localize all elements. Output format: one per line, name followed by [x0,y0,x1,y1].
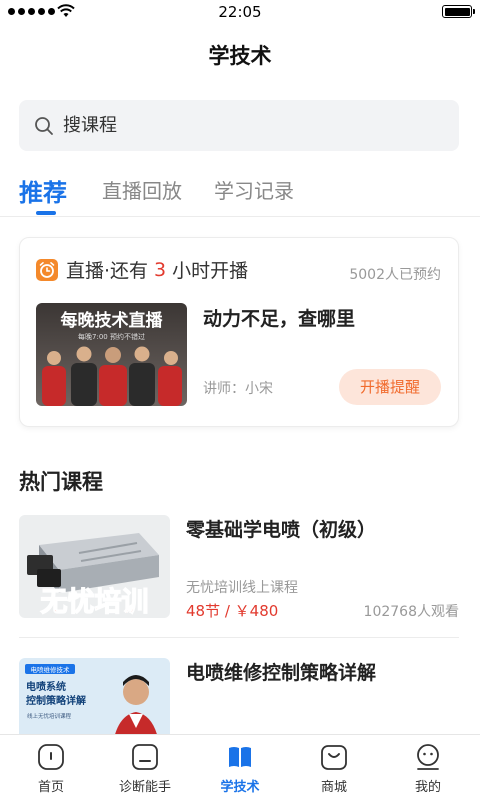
tabbar-label: 我的 [414,780,441,795]
tab-recommend[interactable]: 推荐 [19,173,67,208]
course-item[interactable]: 无忧培训 零基础学电喷（初级） 无忧培训线上课程 48节 / ￥480 1027… [19,515,459,625]
bottom-tab-bar: 首页 诊断能手 学技术 商城 我的 [0,734,480,800]
search-icon [35,116,53,135]
course-thumbnail[interactable]: 无忧培训 [19,515,170,618]
course-thumb-line1: 电喷系统 [26,680,66,693]
tabbar-home[interactable]: 首页 [3,743,99,795]
live-prefix: 直播·还有 [66,260,149,282]
course-thumb-tag: 电喷维修技术 [31,665,71,674]
status-time: 22:05 [218,3,262,21]
thumb-subtitle: 每晚7:00 预约不错过 [78,332,145,341]
diagnosis-icon [132,744,158,770]
search-input[interactable] [63,115,403,136]
live-teacher: 讲师：小宋 [203,381,273,397]
tabbar-shop[interactable]: 商城 [286,743,382,795]
thumb-title: 每晚技术直播 [61,310,164,331]
live-course-name[interactable]: 动力不足，查哪里 [203,304,355,331]
tabbar-profile[interactable]: 我的 [380,743,476,795]
live-card[interactable]: 直播·还有 3 小时开播 5002人已预约 每晚技术直播 每晚7:00 预约不错… [19,237,459,427]
course-thumb-small: 线上无忧培训课程 [27,712,72,720]
live-hours: 3 [154,258,167,281]
page-title: 学技术 [208,44,272,68]
live-thumbnail[interactable]: 每晚技术直播 每晚7:00 预约不错过 [36,303,187,406]
course-thumbnail[interactable]: 电喷维修技术 电喷系统 控制策略详解 线上无忧培训课程 [19,658,170,734]
course-title[interactable]: 零基础学电喷（初级） [186,515,376,542]
search-bar[interactable] [19,100,459,151]
tabbar-label: 诊断能手 [118,780,171,795]
live-suffix: 小时开播 [172,260,249,282]
tab-live-replay[interactable]: 直播回放 [102,175,182,204]
alarm-clock-icon [36,258,58,281]
list-divider [19,637,459,638]
shop-icon [321,745,347,770]
tabbar-label: 学技术 [220,780,260,795]
course-title[interactable]: 电喷维修控制策略详解 [186,658,376,685]
tab-active-indicator [36,211,56,215]
status-bar: 22:05 [0,0,480,24]
profile-icon [417,744,439,770]
course-views: 102768人观看 [363,604,459,620]
course-thumb-text: 无忧培训 [41,587,149,618]
tabbar-diagnosis[interactable]: 诊断能手 [97,743,193,795]
live-remind-button[interactable]: 开播提醒 [339,369,441,405]
course-item[interactable]: 电喷维修技术 电喷系统 控制策略详解 线上无忧培训课程 电喷维修控制策略详解 [19,658,459,734]
tabbar-label: 首页 [37,780,64,795]
hot-courses-title: 热门课程 [19,470,103,494]
tabbar-learn[interactable]: 学技术 [192,743,288,795]
content-tabs: 推荐 直播回放 学习记录 [0,175,480,217]
tab-study-history[interactable]: 学习记录 [214,175,294,204]
tabbar-label: 商城 [320,780,347,795]
reservation-count: 5002人已预约 [349,267,441,283]
battery-icon [442,5,475,18]
course-price: 48节 / ￥480 [186,602,279,620]
course-subtitle: 无忧培训线上课程 [186,580,298,596]
book-icon [229,747,251,767]
live-countdown: 直播·还有 3 小时开播 [36,256,248,283]
home-icon [38,744,64,770]
course-thumb-line2: 控制策略详解 [26,694,86,707]
